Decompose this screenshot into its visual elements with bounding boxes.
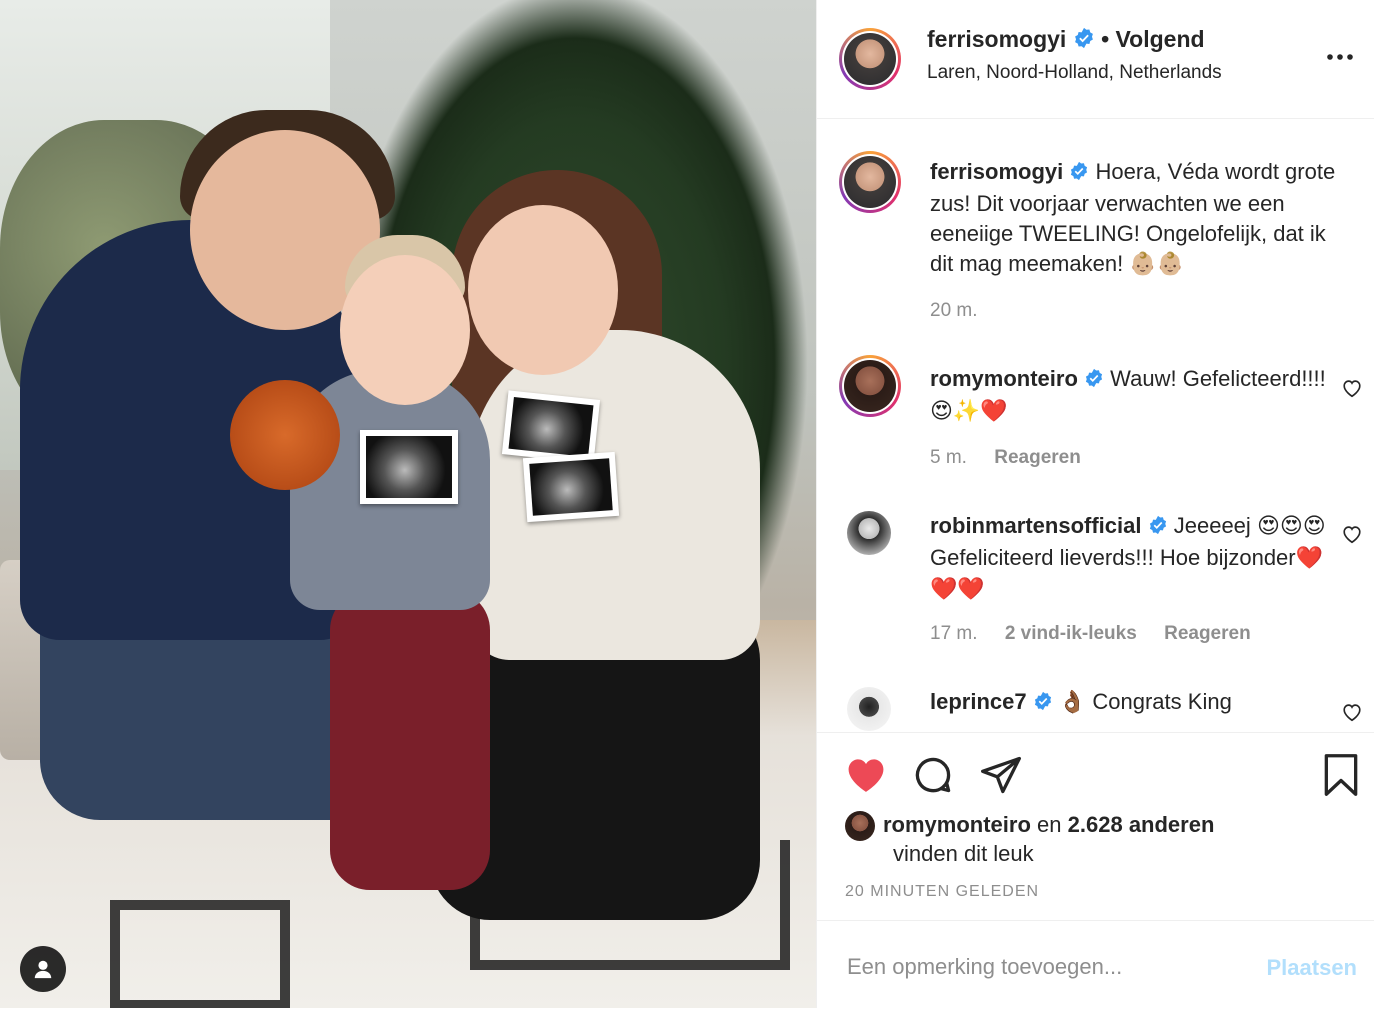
follow-status-button[interactable]: • Volgend <box>1101 26 1204 52</box>
verified-icon <box>1069 159 1089 189</box>
like-comment-heart-icon[interactable] <box>1341 701 1363 723</box>
post-timestamp[interactable]: 20 MINUTEN GELEDEN <box>845 883 1039 901</box>
liker-avatar[interactable] <box>845 811 875 841</box>
more-options-icon[interactable] <box>1325 50 1355 62</box>
bookmark-icon[interactable] <box>1321 753 1361 802</box>
caption-text: ferrisomogyi Hoera, Véda wordt grote zus… <box>930 157 1355 280</box>
comment-meta: 5 m. Reageren <box>930 447 1103 469</box>
caption-time[interactable]: 20 m. <box>930 300 978 321</box>
ultrasound-photo <box>360 430 458 504</box>
comment-text: leprince7 👌🏾 Congrats King <box>930 687 1330 719</box>
verified-icon <box>1084 366 1104 396</box>
comment-text: robinmartensofficial Jeeeeej 😍😍😍 Gefelic… <box>930 511 1330 605</box>
comment-username[interactable]: leprince7 <box>930 689 1027 714</box>
comment-likes-count[interactable]: 2 vind-ik-leuks <box>1005 623 1137 644</box>
post-sidebar: ferrisomogyi • Volgend Laren, Noord-Holl… <box>816 0 1374 1008</box>
ultrasound-photo <box>501 390 601 464</box>
location-link[interactable]: Laren, Noord-Holland, Netherlands <box>927 62 1222 84</box>
ultrasound-photo <box>522 451 620 523</box>
author-avatar[interactable] <box>839 28 901 90</box>
author-line: ferrisomogyi • Volgend <box>927 26 1205 55</box>
comment-icon[interactable] <box>911 753 955 802</box>
like-comment-heart-icon[interactable] <box>1341 377 1363 399</box>
tagged-users-icon[interactable] <box>20 946 66 992</box>
verified-icon <box>1033 689 1053 719</box>
comment-emoji: 😍😍😍 <box>1256 514 1326 539</box>
child-leggings <box>330 590 490 890</box>
comment-body: Gefeliciteerd lieverds!!! Hoe bijzonder <box>930 545 1296 570</box>
comment-input[interactable] <box>845 949 1229 985</box>
comment-time[interactable]: 17 m. <box>930 623 978 644</box>
likes-connector: en <box>1037 811 1062 837</box>
comment-avatar[interactable] <box>839 355 901 417</box>
likes-suffix: vinden dit leuk <box>893 841 1034 866</box>
caption-username[interactable]: ferrisomogyi <box>930 159 1063 184</box>
caption-meta: 20 m. <box>930 300 1000 322</box>
comment-avatar[interactable] <box>847 511 891 555</box>
reply-button[interactable]: Reageren <box>1164 623 1251 644</box>
share-icon[interactable] <box>979 753 1023 802</box>
rug-pattern <box>110 900 290 1008</box>
post-comment-button[interactable]: Plaatsen <box>1267 955 1358 981</box>
post-header: ferrisomogyi • Volgend Laren, Noord-Holl… <box>817 0 1374 119</box>
caption-emoji: 👶🏼👶🏼 <box>1129 252 1185 277</box>
like-heart-icon[interactable] <box>843 753 889 802</box>
author-username[interactable]: ferrisomogyi <box>927 26 1066 52</box>
comment-username[interactable]: romymonteiro <box>930 366 1078 391</box>
comment-emoji: 👌🏾 <box>1058 690 1087 715</box>
comment-meta: 17 m. 2 vind-ik-leuks Reageren <box>930 623 1273 645</box>
toy-doll <box>230 380 340 490</box>
verified-icon <box>1073 27 1095 55</box>
add-comment-bar: Plaatsen <box>817 920 1374 1009</box>
likes-count-button[interactable]: 2.628 anderen <box>1068 812 1215 837</box>
comment-time[interactable]: 5 m. <box>930 447 967 468</box>
comment-username[interactable]: robinmartensofficial <box>930 513 1141 538</box>
comment-avatar[interactable] <box>847 687 891 731</box>
verified-icon <box>1148 513 1168 543</box>
comment-text: romymonteiro Wauw! Gefelicteerd!!!! 😍✨❤️ <box>930 364 1330 427</box>
woman-face <box>468 205 618 375</box>
reply-button[interactable]: Reageren <box>994 447 1081 468</box>
comment-emoji: 😍✨❤️ <box>930 399 1008 424</box>
post-actions: romymonteiro en 2.628 anderen vinden dit… <box>817 732 1374 921</box>
comment-body: Congrats King <box>1092 689 1232 714</box>
post-photo[interactable] <box>0 0 816 1008</box>
child-face <box>340 255 470 405</box>
like-comment-heart-icon[interactable] <box>1341 523 1363 545</box>
comments-list[interactable]: ferrisomogyi Hoera, Véda wordt grote zus… <box>817 119 1374 731</box>
comment-body: Wauw! Gefelicteerd!!!! <box>1110 366 1326 391</box>
liker-username[interactable]: romymonteiro <box>883 812 1031 837</box>
caption-avatar[interactable] <box>839 151 901 213</box>
comment-body: Jeeeeej <box>1173 513 1251 538</box>
liked-by: romymonteiro en 2.628 anderen <box>845 811 1214 841</box>
